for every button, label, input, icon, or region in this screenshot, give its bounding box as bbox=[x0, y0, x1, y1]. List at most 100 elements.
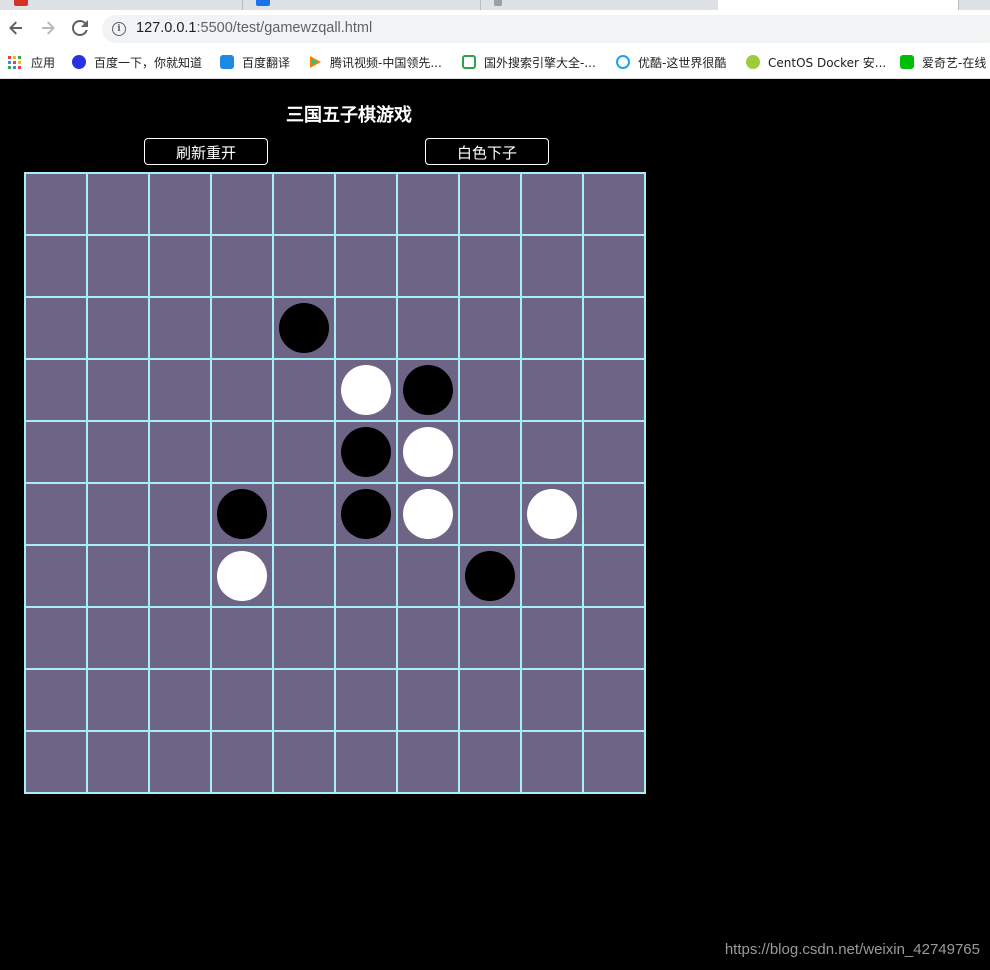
board-cell[interactable] bbox=[460, 360, 520, 420]
browser-tab[interactable] bbox=[242, 0, 481, 10]
bookmark-apps[interactable]: 应用 bbox=[8, 46, 55, 78]
board-cell[interactable] bbox=[26, 174, 86, 234]
board-cell[interactable] bbox=[522, 174, 582, 234]
board-cell[interactable] bbox=[398, 174, 458, 234]
board-cell[interactable] bbox=[212, 236, 272, 296]
board-cell[interactable] bbox=[150, 732, 210, 792]
board-cell[interactable] bbox=[88, 608, 148, 668]
board-cell[interactable] bbox=[274, 608, 334, 668]
board-cell[interactable] bbox=[522, 422, 582, 482]
board-cell[interactable] bbox=[88, 422, 148, 482]
board-cell[interactable] bbox=[150, 484, 210, 544]
board-cell[interactable] bbox=[398, 670, 458, 730]
board-cell[interactable] bbox=[26, 608, 86, 668]
board-cell[interactable] bbox=[336, 236, 396, 296]
bookmark-youku[interactable]: 优酷-这世界很酷 bbox=[616, 46, 726, 78]
info-icon[interactable]: i bbox=[112, 22, 126, 36]
board-cell[interactable] bbox=[274, 422, 334, 482]
board-cell[interactable] bbox=[584, 670, 644, 730]
board-cell[interactable] bbox=[212, 298, 272, 358]
board-cell[interactable] bbox=[274, 236, 334, 296]
reload-icon[interactable] bbox=[70, 18, 90, 38]
bookmark-baidu-translate[interactable]: 百度翻译 bbox=[220, 46, 290, 78]
board-cell[interactable] bbox=[398, 298, 458, 358]
board-cell[interactable] bbox=[88, 670, 148, 730]
board-cell[interactable] bbox=[212, 732, 272, 792]
board-cell[interactable] bbox=[212, 608, 272, 668]
bookmark-centos-docker[interactable]: CentOS Docker 安... bbox=[746, 46, 886, 78]
board-cell[interactable] bbox=[584, 298, 644, 358]
board-cell[interactable] bbox=[522, 236, 582, 296]
board-cell[interactable] bbox=[26, 422, 86, 482]
board-cell[interactable] bbox=[212, 174, 272, 234]
board-cell[interactable] bbox=[150, 546, 210, 606]
board-cell[interactable] bbox=[150, 608, 210, 668]
browser-tab[interactable] bbox=[0, 0, 243, 10]
bookmark-iqiyi[interactable]: 爱奇艺-在线 bbox=[900, 46, 986, 78]
board-cell[interactable] bbox=[336, 174, 396, 234]
board-cell[interactable] bbox=[88, 546, 148, 606]
board-cell[interactable] bbox=[336, 298, 396, 358]
board-cell[interactable] bbox=[26, 298, 86, 358]
board-cell[interactable] bbox=[584, 236, 644, 296]
board-cell[interactable] bbox=[212, 360, 272, 420]
board-cell[interactable] bbox=[26, 360, 86, 420]
board-cell[interactable] bbox=[88, 484, 148, 544]
board-cell[interactable] bbox=[26, 546, 86, 606]
browser-tab[interactable] bbox=[480, 0, 719, 10]
board-cell[interactable] bbox=[26, 670, 86, 730]
gomoku-board[interactable] bbox=[24, 172, 646, 794]
board-cell[interactable] bbox=[88, 360, 148, 420]
board-cell[interactable] bbox=[584, 546, 644, 606]
board-cell[interactable] bbox=[274, 546, 334, 606]
board-cell[interactable] bbox=[460, 422, 520, 482]
bookmark-tencent-video[interactable]: 腾讯视频-中国领先... bbox=[308, 46, 442, 78]
board-cell[interactable] bbox=[274, 484, 334, 544]
board-cell[interactable] bbox=[212, 422, 272, 482]
board-cell[interactable] bbox=[336, 732, 396, 792]
board-cell[interactable] bbox=[584, 360, 644, 420]
board-cell[interactable] bbox=[398, 546, 458, 606]
board-cell[interactable] bbox=[150, 174, 210, 234]
board-cell[interactable] bbox=[584, 174, 644, 234]
board-cell[interactable] bbox=[460, 732, 520, 792]
board-cell[interactable] bbox=[26, 732, 86, 792]
back-arrow-icon[interactable] bbox=[6, 18, 26, 38]
board-cell[interactable] bbox=[274, 360, 334, 420]
board-cell[interactable] bbox=[212, 670, 272, 730]
board-cell[interactable] bbox=[584, 484, 644, 544]
board-cell[interactable] bbox=[398, 608, 458, 668]
board-cell[interactable] bbox=[460, 670, 520, 730]
bookmark-baidu[interactable]: 百度一下，你就知道 bbox=[72, 46, 202, 78]
board-cell[interactable] bbox=[336, 670, 396, 730]
turn-indicator-button[interactable]: 白色下子 bbox=[425, 138, 549, 165]
board-cell[interactable] bbox=[88, 236, 148, 296]
restart-button[interactable]: 刷新重开 bbox=[144, 138, 268, 165]
board-cell[interactable] bbox=[26, 484, 86, 544]
board-cell[interactable] bbox=[584, 732, 644, 792]
board-cell[interactable] bbox=[460, 174, 520, 234]
board-cell[interactable] bbox=[274, 174, 334, 234]
board-cell[interactable] bbox=[274, 670, 334, 730]
board-cell[interactable] bbox=[150, 422, 210, 482]
board-cell[interactable] bbox=[26, 236, 86, 296]
board-cell[interactable] bbox=[522, 732, 582, 792]
board-cell[interactable] bbox=[584, 422, 644, 482]
board-cell[interactable] bbox=[274, 732, 334, 792]
board-cell[interactable] bbox=[150, 670, 210, 730]
board-cell[interactable] bbox=[88, 174, 148, 234]
bookmark-search-engines[interactable]: 国外搜索引擎大全-... bbox=[462, 46, 596, 78]
board-cell[interactable] bbox=[460, 608, 520, 668]
board-cell[interactable] bbox=[336, 546, 396, 606]
board-cell[interactable] bbox=[398, 732, 458, 792]
board-cell[interactable] bbox=[522, 546, 582, 606]
browser-tab-active[interactable] bbox=[718, 0, 959, 10]
board-cell[interactable] bbox=[150, 236, 210, 296]
board-cell[interactable] bbox=[584, 608, 644, 668]
board-cell[interactable] bbox=[522, 298, 582, 358]
board-cell[interactable] bbox=[460, 236, 520, 296]
board-cell[interactable] bbox=[522, 608, 582, 668]
board-cell[interactable] bbox=[460, 484, 520, 544]
board-cell[interactable] bbox=[88, 732, 148, 792]
board-cell[interactable] bbox=[398, 236, 458, 296]
